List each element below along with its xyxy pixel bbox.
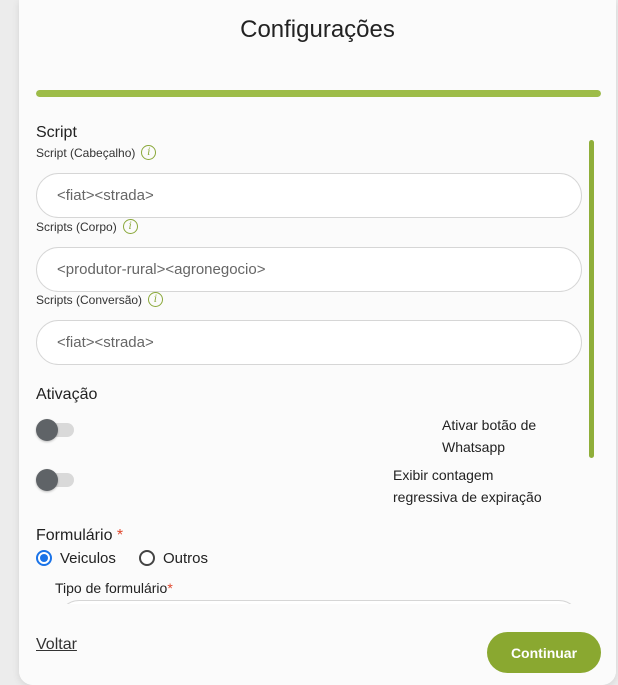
required-mark: * — [167, 580, 173, 596]
radio-outros[interactable] — [139, 550, 155, 566]
countdown-toggle[interactable] — [36, 469, 74, 491]
script-conversion-label: Scripts (Conversão) i — [36, 292, 164, 307]
countdown-toggle-label: Exibir contagem regressiva de expiração — [393, 464, 542, 508]
script-conversion-label-text: Scripts (Conversão) — [36, 292, 143, 307]
back-link[interactable]: Voltar — [36, 636, 77, 654]
settings-modal: Configurações Script Script (Cabeçalho) … — [19, 0, 616, 685]
radio-veiculos[interactable] — [36, 550, 52, 566]
script-header-label: Script (Cabeçalho) i — [36, 145, 157, 160]
whatsapp-toggle-label: Ativar botão de Whatsapp — [442, 414, 536, 458]
page-title: Configurações — [240, 16, 395, 43]
toggle-knob — [36, 469, 58, 491]
toggle-knob — [36, 419, 58, 441]
script-body-input[interactable] — [36, 247, 582, 292]
activation-section-title: Ativação — [36, 386, 98, 403]
script-header-input[interactable] — [36, 173, 582, 218]
required-mark: * — [116, 527, 124, 544]
info-icon[interactable]: i — [141, 145, 157, 160]
info-icon[interactable]: i — [148, 292, 164, 307]
script-conversion-input[interactable] — [36, 320, 582, 365]
countdown-toggle-label-line1: Exibir contagem — [393, 467, 494, 483]
progress-bar-fill — [36, 90, 601, 97]
form-section-title: Formulário * — [36, 527, 123, 545]
form-section-title-text: Formulário — [36, 527, 113, 544]
script-section-title: Script — [36, 124, 77, 141]
script-body-label: Scripts (Corpo) i — [36, 219, 138, 234]
radio-outros-label[interactable]: Outros — [163, 550, 208, 567]
whatsapp-toggle-label-line1: Ativar botão de — [442, 417, 537, 433]
form-type-label: Tipo de formulário * — [55, 580, 173, 596]
info-icon[interactable]: i — [122, 219, 138, 234]
script-body-label-text: Scripts (Corpo) — [36, 219, 117, 234]
whatsapp-toggle[interactable] — [36, 419, 74, 441]
whatsapp-toggle-label-line2: Whatsapp — [442, 439, 506, 455]
countdown-toggle-label-line2: regressiva de expiração — [393, 489, 542, 505]
progress-bar — [36, 90, 601, 97]
radio-veiculos-label[interactable]: Veiculos — [60, 550, 116, 567]
scrollbar[interactable] — [589, 140, 594, 458]
continue-button[interactable]: Continuar — [487, 632, 601, 673]
script-header-label-text: Script (Cabeçalho) — [36, 145, 136, 160]
form-type-label-text: Tipo de formulário — [55, 580, 168, 596]
